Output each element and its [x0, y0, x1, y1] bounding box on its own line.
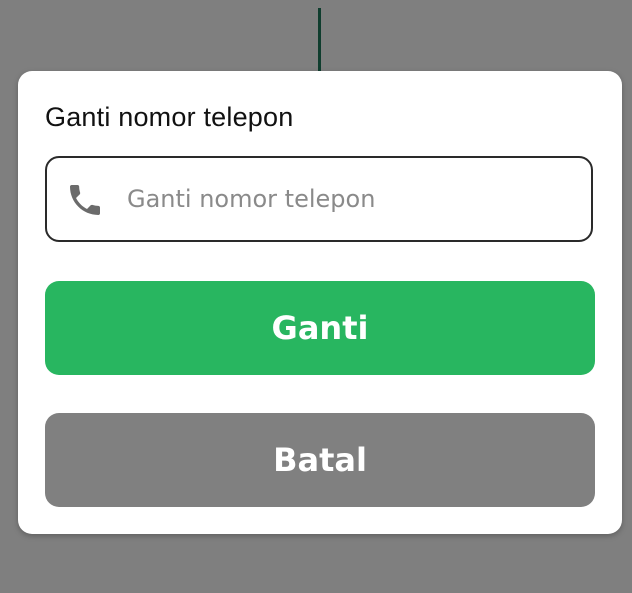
confirm-change-button[interactable]: Ganti	[45, 281, 595, 375]
phone-number-input[interactable]	[127, 158, 577, 240]
background-divider	[318, 8, 321, 74]
phone-icon	[65, 180, 105, 220]
dialog-title: Ganti nomor telepon	[45, 102, 294, 132]
change-phone-dialog: Ganti nomor telepon Ganti Batal	[18, 71, 622, 534]
cancel-button[interactable]: Batal	[45, 413, 595, 507]
phone-number-field[interactable]	[45, 156, 593, 242]
